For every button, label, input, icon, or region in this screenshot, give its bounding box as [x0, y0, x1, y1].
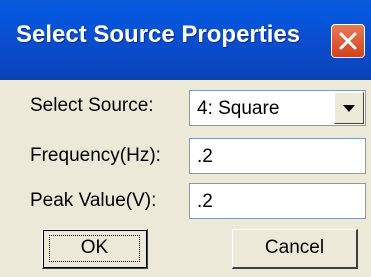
chevron-down-icon	[343, 105, 355, 112]
dialog-title: Select Source Properties	[16, 21, 301, 48]
select-source-value: 4: Square	[197, 98, 280, 119]
peak-value-input[interactable]: .2	[189, 183, 366, 219]
select-source-label: Select Source:	[30, 95, 154, 116]
peak-value-value: .2	[197, 191, 213, 212]
dialog-window: Select Source Properties Select Source: …	[0, 0, 371, 277]
cancel-button-label: Cancel	[264, 237, 325, 258]
peak-value-label: Peak Value(V):	[30, 190, 157, 211]
cancel-button[interactable]: Cancel	[232, 229, 358, 269]
ok-button[interactable]: OK	[42, 229, 148, 269]
frequency-value: .2	[197, 146, 213, 167]
frequency-input[interactable]: .2	[189, 138, 366, 174]
dropdown-arrow-button[interactable]	[334, 92, 364, 124]
close-icon	[339, 32, 357, 50]
close-button[interactable]	[331, 24, 365, 58]
select-source-dropdown[interactable]: 4: Square	[189, 90, 366, 126]
title-bar[interactable]: Select Source Properties	[0, 0, 371, 80]
focus-rectangle	[49, 235, 140, 262]
frequency-label: Frequency(Hz):	[30, 145, 161, 166]
